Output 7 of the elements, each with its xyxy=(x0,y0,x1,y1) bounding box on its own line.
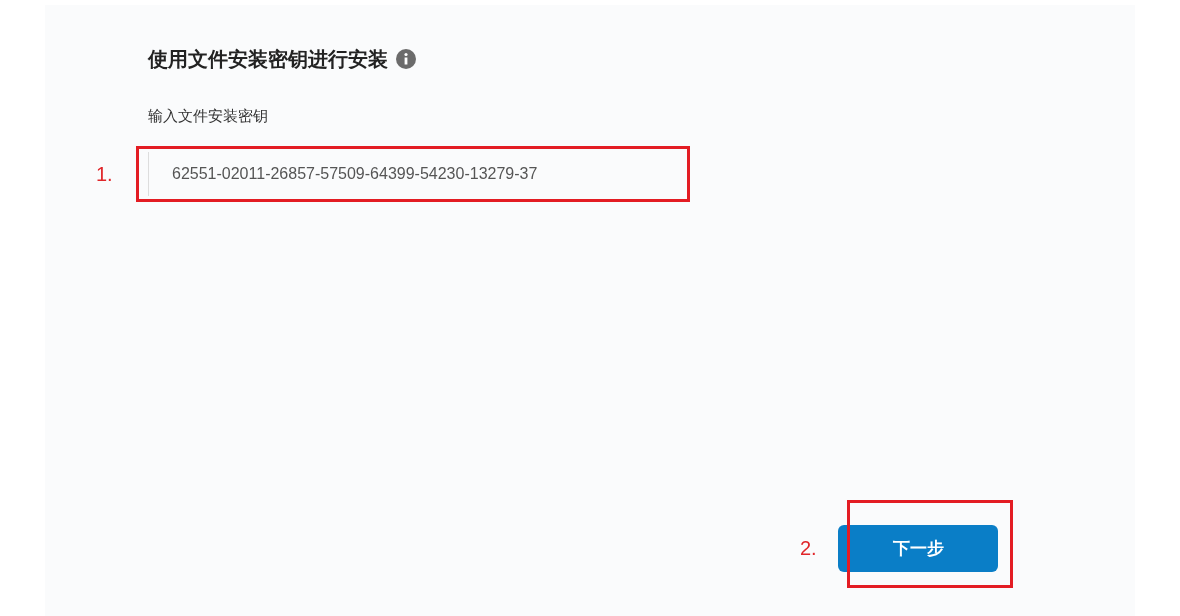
info-icon[interactable] xyxy=(396,49,416,69)
next-button[interactable]: 下一步 xyxy=(838,525,998,572)
page-title: 使用文件安装密钥进行安装 xyxy=(148,47,388,71)
step-marker: 2. xyxy=(800,537,818,560)
step-marker: 1. xyxy=(96,162,114,186)
input-field[interactable]: 62551-02011-26857-57509-64399-54230-13279-37 xyxy=(148,152,678,196)
field-label: 输入文件安装密钥 xyxy=(148,107,269,126)
